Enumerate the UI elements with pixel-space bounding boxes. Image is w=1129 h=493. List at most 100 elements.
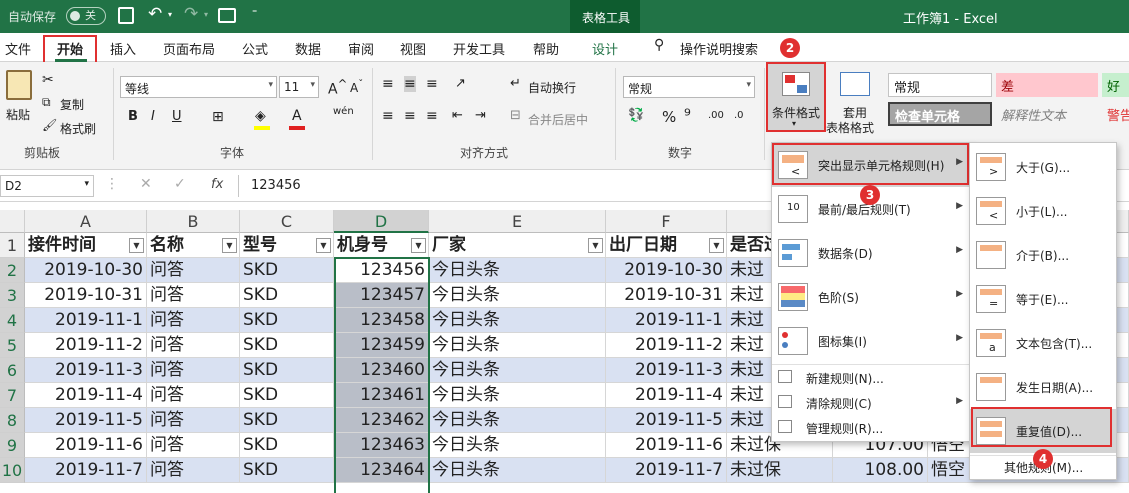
cell-b[interactable]: 问答 <box>147 258 240 283</box>
redo-icon[interactable]: ↷ <box>184 4 198 24</box>
cell-a[interactable]: 2019-11-2 <box>25 333 147 358</box>
cell-c[interactable]: SKD <box>240 358 334 383</box>
cell-c[interactable]: SKD <box>240 283 334 308</box>
menu-item-new-rule[interactable]: 新建规则(N)... <box>772 366 971 390</box>
increase-font-icon[interactable]: A^ <box>328 77 347 98</box>
tell-me-search[interactable]: 操作说明搜索 <box>680 39 758 58</box>
format-as-table-line2[interactable]: 表格格式 <box>826 119 874 136</box>
style-bad[interactable]: 差 <box>996 73 1098 97</box>
header-cell-a[interactable]: 接件时间 ▼ <box>25 233 147 258</box>
align-left-icon[interactable]: ≡ <box>382 108 394 124</box>
number-format-combo[interactable]: 常规 ▾ <box>623 76 755 98</box>
column-header-a[interactable]: A <box>25 210 147 233</box>
cell-e[interactable]: 今日头条 <box>429 408 606 433</box>
header-cell-b[interactable]: 名称 ▼ <box>147 233 240 258</box>
row-header[interactable]: 9 <box>0 433 25 458</box>
row-header[interactable]: 7 <box>0 383 25 408</box>
tab-file[interactable]: 文件 <box>5 39 31 58</box>
increase-indent-icon[interactable]: ⇥ <box>475 108 486 123</box>
cell-d[interactable]: 123464 <box>334 458 429 483</box>
cell-b[interactable]: 问答 <box>147 283 240 308</box>
cell-f[interactable]: 2019-11-5 <box>606 408 727 433</box>
orientation-icon[interactable]: ↗ <box>455 76 466 91</box>
decrease-decimal-icon[interactable]: .0 <box>734 110 744 121</box>
submenu-text-contains[interactable]: a 文本包含(T)... <box>970 321 1116 365</box>
merge-center-button[interactable]: 合并后居中 <box>528 111 588 128</box>
cell-f[interactable]: 2019-11-4 <box>606 383 727 408</box>
cell-a[interactable]: 2019-10-31 <box>25 283 147 308</box>
name-box[interactable]: D2 ▾ <box>0 175 94 197</box>
redo-dropdown-icon[interactable]: ▾ <box>204 10 208 19</box>
cell-a[interactable]: 2019-11-5 <box>25 408 147 433</box>
cell-f[interactable]: 2019-11-6 <box>606 433 727 458</box>
style-explanatory[interactable]: 解释性文本 <box>996 102 1098 126</box>
cell-d[interactable]: 123457 <box>334 283 429 308</box>
font-size-combo[interactable]: 11 ▾ <box>279 76 319 98</box>
cell-b[interactable]: 问答 <box>147 408 240 433</box>
align-center-icon[interactable]: ≡ <box>404 108 416 124</box>
cell-d[interactable]: 123458 <box>334 308 429 333</box>
cell-e[interactable]: 今日头条 <box>429 308 606 333</box>
cell-h[interactable]: 108.00 <box>833 458 928 483</box>
currency-icon[interactable]: 💱 <box>628 108 644 123</box>
percent-icon[interactable]: % <box>662 108 676 126</box>
cell-e[interactable]: 今日头条 <box>429 383 606 408</box>
menu-item-manage-rules[interactable]: 管理规则(R)... <box>772 416 971 440</box>
row-header[interactable]: 10 <box>0 458 25 483</box>
fill-color-icon[interactable]: ◈ <box>255 108 266 124</box>
tab-page-layout[interactable]: 页面布局 <box>163 39 215 58</box>
decrease-font-icon[interactable]: Aˇ <box>350 79 363 95</box>
header-cell-c[interactable]: 型号 ▼ <box>240 233 334 258</box>
cell-c[interactable]: SKD <box>240 433 334 458</box>
undo-icon[interactable]: ↶ <box>148 4 162 24</box>
tab-help[interactable]: 帮助 <box>533 39 559 58</box>
menu-item-clear-rules[interactable]: 清除规则(C) ▶ <box>772 391 971 415</box>
tab-review[interactable]: 审阅 <box>348 39 374 58</box>
italic-button[interactable]: I <box>151 109 155 124</box>
filter-dropdown-icon[interactable]: ▼ <box>411 238 426 253</box>
style-good[interactable]: 好 <box>1102 73 1129 97</box>
filter-dropdown-icon[interactable]: ▼ <box>588 238 603 253</box>
style-warning[interactable]: 警告 <box>1102 102 1129 126</box>
filter-dropdown-icon[interactable]: ▼ <box>222 238 237 253</box>
row-header-1[interactable]: 1 <box>0 233 25 258</box>
submenu-less-than[interactable]: < 小于(L)... <box>970 189 1116 233</box>
cancel-icon[interactable]: ✕ <box>140 176 152 192</box>
header-cell-e[interactable]: 厂家 ▼ <box>429 233 606 258</box>
cell-b[interactable]: 问答 <box>147 358 240 383</box>
tab-insert[interactable]: 插入 <box>110 39 136 58</box>
cell-f[interactable]: 2019-11-1 <box>606 308 727 333</box>
column-header-f[interactable]: F <box>606 210 727 233</box>
font-name-combo[interactable]: 等线 ▾ <box>120 76 277 98</box>
format-as-table-icon[interactable] <box>840 72 870 96</box>
format-painter-button[interactable]: 格式刷 <box>60 120 96 137</box>
cell-e[interactable]: 今日头条 <box>429 433 606 458</box>
align-right-icon[interactable]: ≡ <box>426 108 438 124</box>
paste-icon[interactable] <box>6 70 32 100</box>
tab-view[interactable]: 视图 <box>400 39 426 58</box>
column-header-c[interactable]: C <box>240 210 334 233</box>
filter-dropdown-icon[interactable]: ▼ <box>709 238 724 253</box>
cell-f[interactable]: 2019-11-2 <box>606 333 727 358</box>
submenu-equal-to[interactable]: = 等于(E)... <box>970 277 1116 321</box>
cell-a[interactable]: 2019-11-7 <box>25 458 147 483</box>
cell-e[interactable]: 今日头条 <box>429 333 606 358</box>
cell-f[interactable]: 2019-10-31 <box>606 283 727 308</box>
menu-item-icon-sets[interactable]: 图标集(I) ▶ <box>772 319 971 363</box>
comma-icon[interactable]: ⁹ <box>684 106 691 126</box>
cell-c[interactable]: SKD <box>240 383 334 408</box>
cell-b[interactable]: 问答 <box>147 333 240 358</box>
font-color-icon[interactable]: A <box>292 108 302 124</box>
align-bottom-icon[interactable]: ≡ <box>426 76 438 92</box>
save-icon[interactable] <box>118 7 134 24</box>
cell-d[interactable]: 123460 <box>334 358 429 383</box>
cell-c[interactable]: SKD <box>240 408 334 433</box>
cell-d[interactable]: 123463 <box>334 433 429 458</box>
phonetic-icon[interactable]: wén <box>333 106 354 117</box>
autosave-toggle[interactable]: 关 <box>66 7 106 25</box>
cell-e[interactable]: 今日头条 <box>429 458 606 483</box>
column-header-b[interactable]: B <box>147 210 240 233</box>
customize-qat-icon[interactable]: ⁼ <box>252 8 257 19</box>
cell-e[interactable]: 今日头条 <box>429 258 606 283</box>
tab-design[interactable]: 设计 <box>592 39 618 58</box>
